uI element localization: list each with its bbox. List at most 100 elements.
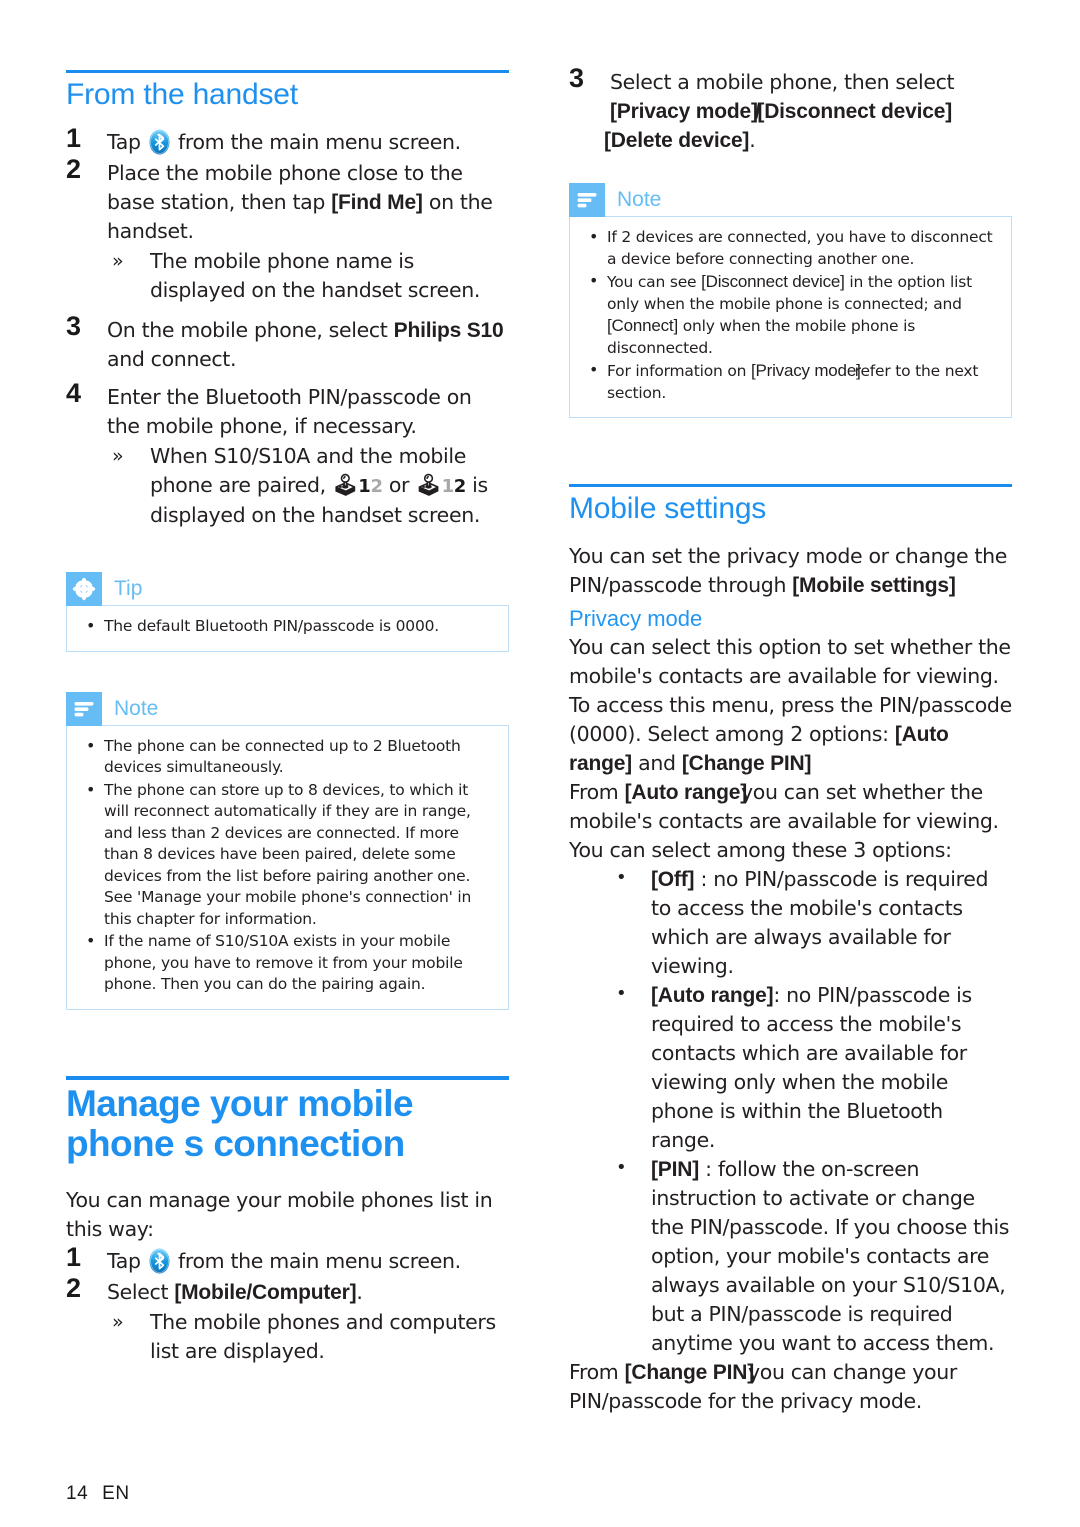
section-rule — [569, 484, 1012, 487]
page-footer: 14 EN — [66, 1483, 130, 1505]
section-rule — [66, 70, 509, 73]
note-list: The phone can be connected up to 2 Bluet… — [81, 735, 494, 996]
tip-callout-body: The default Bluetooth PIN/passcode is 00… — [66, 605, 509, 652]
page-title: From the handset — [66, 78, 298, 111]
asterisk-icon — [66, 572, 102, 607]
tip-list: The default Bluetooth PIN/passcode is 00… — [81, 615, 494, 638]
paragraph-lead: From — [569, 779, 619, 804]
bluetooth-icon — [149, 1248, 170, 1274]
step-text-tail: from the main menu screen. — [178, 130, 461, 155]
step-text-lead: Tap — [107, 1248, 141, 1273]
step-number: 3 — [66, 311, 81, 342]
list-item-text: For information on — [607, 362, 751, 380]
list-item: The default Bluetooth PIN/passcode is 00… — [81, 615, 494, 638]
step-3: 3 On the mobile phone, select Philips S1… — [66, 312, 509, 374]
step-2: 2 Place the mobile phone close to the ba… — [66, 155, 509, 305]
handset-steps: 1 Tap from the main menu screen. 2 Place… — [66, 124, 509, 530]
manual-page: From the handset 1 Tap from the main men… — [0, 0, 1080, 1527]
auto-range-token: [Auto range] — [624, 780, 748, 804]
privacy-mode-heading: Privacy mode — [569, 606, 703, 632]
left-column: From the handset 1 Tap from the main men… — [66, 70, 509, 1368]
footer-page-number: 14 — [66, 1483, 89, 1504]
privacy-paragraph-3: From [Auto range]you can set whether the… — [569, 778, 1012, 836]
tip-callout-header: Tip — [66, 572, 509, 607]
privacy-mode-token: [Privacy mode] — [750, 361, 861, 380]
note-callout-title: Note — [114, 696, 159, 720]
step-2: 2 Select [Mobile/Computer]. The mobile p… — [66, 1273, 509, 1366]
step-4: 4 Enter the Bluetooth PIN/passcode on th… — [66, 379, 509, 530]
privacy-paragraph-2: To access this menu, press the PIN/passc… — [569, 691, 1012, 778]
option-text: : no PIN/passcode is required to access … — [651, 866, 989, 978]
step-text-tail: from the main menu screen. — [178, 1248, 461, 1273]
step-number: 2 — [66, 154, 81, 185]
closing-paragraph: From [Change PIN]you can change your PIN… — [569, 1358, 1012, 1416]
paired-digit-off: 1 — [441, 476, 455, 498]
list-item: The phone can be connected up to 2 Bluet… — [81, 735, 494, 779]
step-number: 4 — [66, 378, 81, 409]
tip-callout-title: Tip — [114, 577, 143, 601]
manage-steps: 1 Tap from the main menu screen. 2 Selec… — [66, 1242, 509, 1366]
list-item: If 2 devices are connected, you have to … — [584, 226, 997, 270]
paragraph-conjunction: and — [638, 750, 676, 775]
right-column: 3 Select a mobile phone, then select [Pr… — [569, 64, 1012, 1416]
manage-section-title: Manage your mobile phone s connection — [66, 1082, 414, 1164]
note-callout-header: Note — [569, 183, 1012, 217]
step-number: 1 — [66, 1241, 81, 1272]
note-callout-title: Note — [617, 188, 662, 211]
section-rule — [66, 1075, 509, 1080]
step-3: 3 Select a mobile phone, then select [Pr… — [569, 64, 1012, 155]
disconnect-device-token: [Disconnect device] — [701, 272, 845, 291]
pin-token: [PIN] — [651, 1157, 699, 1181]
list-item: For information on [Privacy mode]refer t… — [584, 359, 997, 404]
note-callout-header: Note — [66, 691, 509, 726]
delete-device-token: [Delete device] — [604, 129, 750, 152]
connect-token: [Connect] — [607, 316, 678, 335]
right-steps: 3 Select a mobile phone, then select [Pr… — [569, 64, 1012, 155]
step-sub-note: When S10/S10A and the mobile phone are p… — [107, 442, 509, 530]
option-text: : no PIN/passcode is required to access … — [651, 982, 972, 1152]
list-item: [Auto range]: no PIN/passcode is require… — [569, 979, 1012, 1155]
tip-callout: Tip The default Bluetooth PIN/passcode i… — [66, 572, 509, 652]
step-number: 1 — [66, 123, 81, 154]
note-lines-icon — [569, 183, 605, 217]
step-text: On the mobile phone, select — [107, 318, 388, 343]
note-callout: Note If 2 devices are connected, you hav… — [569, 183, 1012, 418]
paired-digit-on: 2 — [453, 476, 467, 498]
step-sub-note: The mobile phones and computers list are… — [107, 1308, 509, 1366]
list-item: You can see [Disconnect device] in the o… — [584, 270, 997, 359]
change-pin-token: [Change PIN] — [624, 1360, 755, 1384]
list-item: [Off] : no PIN/passcode is required to a… — [569, 863, 1012, 981]
manage-intro: You can manage your mobile phones list i… — [66, 1187, 493, 1241]
privacy-paragraph-4: You can select among these 3 options: — [569, 837, 952, 862]
list-item-text: You can see — [607, 273, 702, 291]
list-item: The phone can store up to 8 devices, to … — [81, 779, 494, 931]
step-number: 3 — [569, 63, 584, 93]
note-callout: Note The phone can be connected up to 2 … — [66, 691, 509, 1010]
note-lines-icon — [66, 691, 102, 726]
privacy-options-list: [Off] : no PIN/passcode is required to a… — [569, 863, 1012, 1358]
mobile-settings-intro: You can set the privacy mode or change t… — [569, 542, 1012, 600]
paragraph-lead: From — [569, 1359, 619, 1384]
mobile-settings-token: [Mobile settings] — [792, 574, 956, 598]
off-token: [Off] — [651, 867, 695, 891]
mobile-computer-token: [Mobile/Computer] — [174, 1280, 357, 1304]
paired-digit-on: 1 — [358, 476, 371, 498]
paired-digit-off: 2 — [370, 476, 383, 498]
step-text-tail: and connect. — [107, 347, 237, 372]
change-pin-token: [Change PIN] — [681, 751, 812, 775]
step-text: Select — [107, 1279, 169, 1304]
privacy-mode-token: [Privacy mode] — [610, 100, 758, 123]
option-text: : follow the on-screen instruction to ac… — [651, 1156, 1010, 1355]
list-item: [PIN] : follow the on-screen instruction… — [569, 1153, 1012, 1358]
step-text: Enter the Bluetooth PIN/passcode on the … — [107, 385, 472, 439]
sub-note-middle: or — [388, 473, 410, 498]
note-callout-body: If 2 devices are connected, you have to … — [569, 216, 1012, 418]
bluetooth-12-icon: 🕹12 — [331, 473, 383, 498]
device-name-token: Philips S10 — [393, 319, 504, 343]
